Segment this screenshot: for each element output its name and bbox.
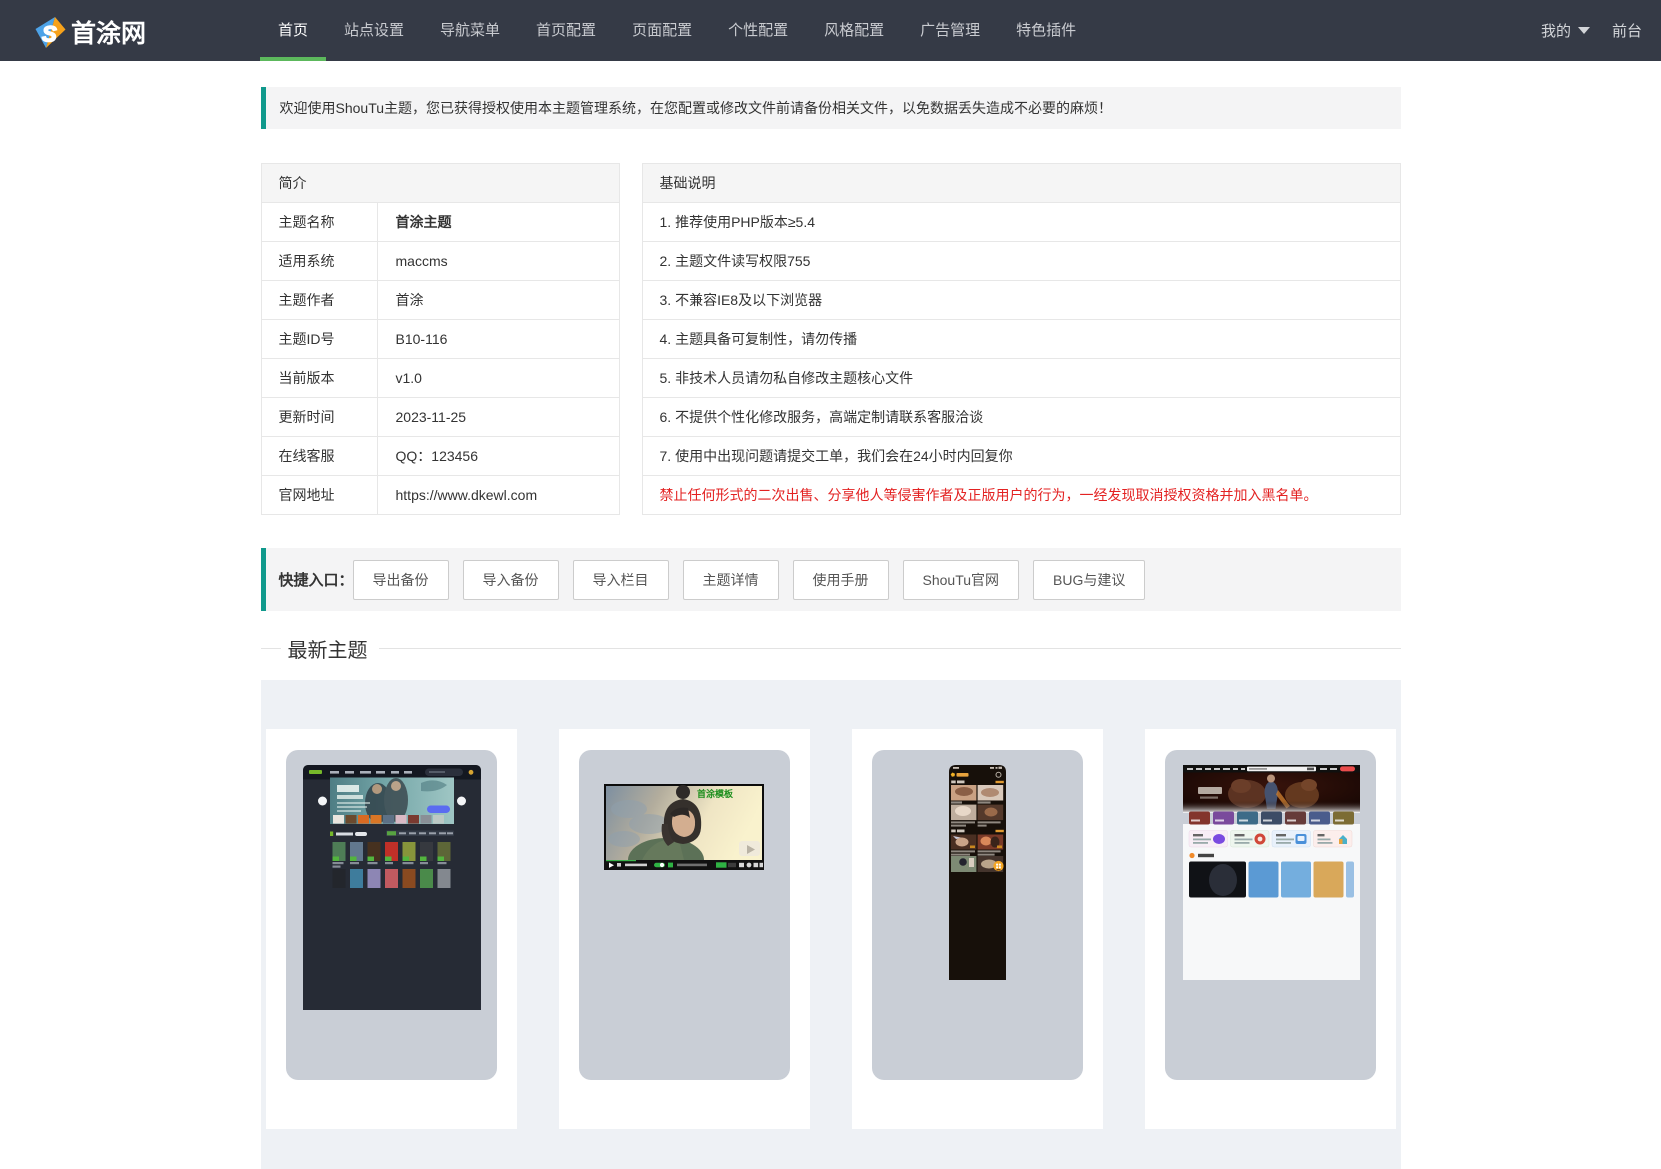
svg-text:S: S <box>42 21 57 46</box>
svg-text:首涂模板: 首涂模板 <box>697 788 734 799</box>
